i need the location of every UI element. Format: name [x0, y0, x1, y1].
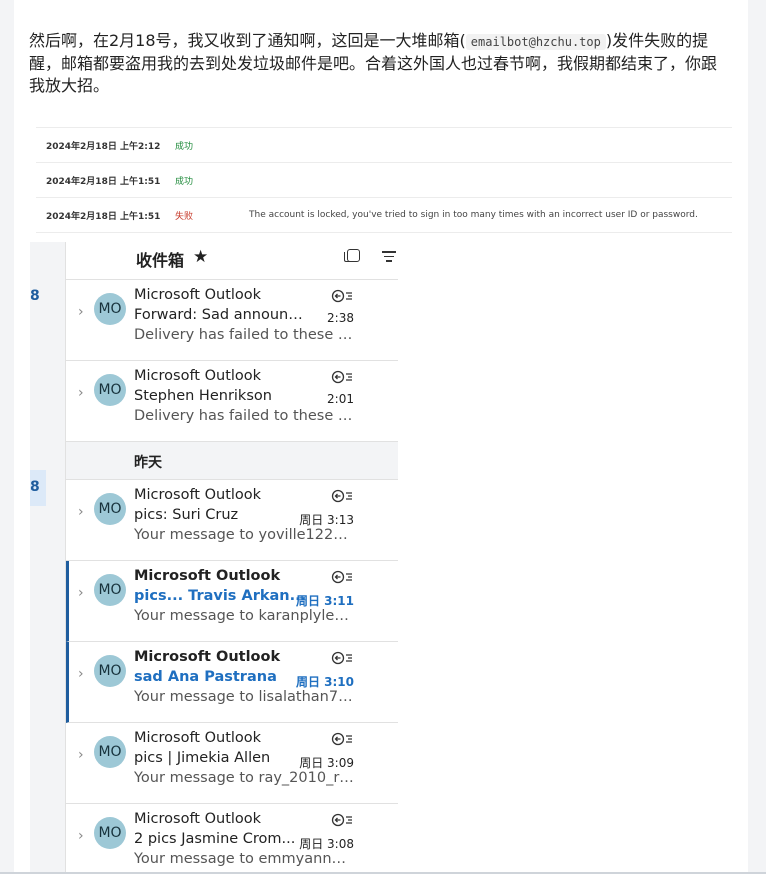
log-date: 2024年2月18日 上午2:12: [46, 141, 161, 152]
message-time: 周日 3:09: [299, 756, 354, 770]
avatar: MO: [94, 736, 126, 768]
message-sender: Microsoft Outlook: [134, 368, 262, 384]
message-item[interactable]: › MO Microsoft Outlook Forward: Sad anno…: [66, 280, 398, 361]
message-preview: Delivery has failed to these rec...: [134, 408, 354, 424]
avatar: MO: [94, 655, 126, 687]
message-item[interactable]: › MO Microsoft Outlook Stephen Henrikson…: [66, 361, 398, 442]
message-sender: Microsoft Outlook: [134, 730, 262, 746]
filter-icon[interactable]: [382, 251, 396, 263]
message-time: 周日 3:11: [295, 594, 354, 608]
log-date: 2024年2月18日 上午1:51: [46, 211, 161, 222]
folder-rail: 8 8: [30, 242, 66, 874]
page-right-margin: [748, 0, 766, 874]
expand-chevron-icon[interactable]: ›: [78, 304, 84, 320]
message-sender: Microsoft Outlook: [134, 811, 262, 827]
message-time: 2:01: [327, 392, 354, 406]
log-status: 成功: [175, 141, 194, 152]
reply-status-icon: [331, 489, 352, 503]
article-paragraph: 然后啊，在2月18号，我又收到了通知啊，这回是一大堆邮箱(emailbot@hz…: [29, 30, 729, 97]
signin-log-table: 2024年2月18日 上午2:12 成功 2024年2月18日 上午1:51 成…: [36, 127, 732, 233]
message-sender: Microsoft Outlook: [134, 287, 262, 303]
message-subject: Forward: Sad announce...: [134, 307, 310, 323]
avatar: MO: [94, 493, 126, 525]
reply-status-icon: [331, 651, 352, 665]
message-subject: pics... Travis Arkan...: [134, 588, 307, 604]
message-subject: 2 pics Jasmine Crom...: [134, 831, 296, 847]
message-preview: Your message to ray_2010_ray...: [134, 770, 354, 786]
avatar: MO: [94, 293, 126, 325]
message-sender: Microsoft Outlook: [134, 649, 281, 665]
outlook-screenshot: 8 8 收件箱 ★ › MO Microsoft Outlook Forward…: [30, 242, 398, 874]
unread-count-badge[interactable]: 8: [30, 288, 46, 304]
message-time: 周日 3:13: [299, 513, 354, 527]
message-item[interactable]: › MO Microsoft Outlook 2 pics Jasmine Cr…: [66, 804, 398, 874]
message-preview: Your message to lisalathan76...: [134, 689, 354, 705]
reply-status-icon: [331, 732, 352, 746]
expand-chevron-icon[interactable]: ›: [78, 504, 84, 520]
inbox-header: 收件箱 ★: [66, 242, 398, 280]
avatar: MO: [94, 817, 126, 849]
log-row: 2024年2月18日 上午2:12 成功: [36, 128, 732, 163]
message-item[interactable]: › MO Microsoft Outlook pics: Suri Cruz Y…: [66, 480, 398, 561]
group-label: 昨天: [134, 455, 162, 471]
log-date: 2024年2月18日 上午1:51: [46, 176, 161, 187]
message-sender: Microsoft Outlook: [134, 487, 262, 503]
article-text-start: 然后啊，在2月18号，我又收到了通知啊，这回是一大堆邮箱(: [29, 31, 466, 50]
reply-status-icon: [331, 370, 352, 384]
message-sender: Microsoft Outlook: [134, 568, 281, 584]
star-icon[interactable]: ★: [193, 247, 208, 267]
message-time: 2:38: [327, 311, 354, 325]
expand-chevron-icon[interactable]: ›: [78, 747, 84, 763]
message-subject: pics: Suri Cruz: [134, 507, 239, 523]
log-status: 失败: [175, 211, 194, 222]
log-status: 成功: [175, 176, 194, 187]
message-subject: pics | Jimekia Allen: [134, 750, 271, 766]
expand-chevron-icon[interactable]: ›: [78, 828, 84, 844]
reply-status-icon: [331, 813, 352, 827]
reply-status-icon: [331, 570, 352, 584]
group-header-yesterday: 昨天: [66, 442, 398, 480]
message-item-unread[interactable]: › MO Microsoft Outlook sad Ana Pastrana …: [66, 642, 398, 723]
expand-chevron-icon[interactable]: ›: [78, 666, 84, 682]
expand-chevron-icon[interactable]: ›: [78, 385, 84, 401]
log-row: 2024年2月18日 上午1:51 成功: [36, 163, 732, 198]
log-row: 2024年2月18日 上午1:51 失败 The account is lock…: [36, 198, 732, 233]
unread-count-badge-selected[interactable]: 8: [30, 470, 46, 506]
message-subject: sad Ana Pastrana: [134, 669, 277, 685]
expand-chevron-icon[interactable]: ›: [78, 585, 84, 601]
message-list-panel: 收件箱 ★ › MO Microsoft Outlook Forward: Sa…: [66, 242, 398, 874]
message-time: 周日 3:08: [299, 837, 354, 851]
select-mode-icon[interactable]: [344, 249, 360, 262]
message-preview: Your message to emmyann199...: [134, 851, 354, 867]
message-preview: Your message to karanplyler@...: [134, 608, 354, 624]
reply-status-icon: [331, 289, 352, 303]
message-item-unread[interactable]: › MO Microsoft Outlook pics... Travis Ar…: [66, 561, 398, 642]
message-subject: Stephen Henrikson: [134, 388, 272, 404]
inbox-title: 收件箱: [136, 251, 185, 270]
message-time: 周日 3:10: [295, 675, 354, 689]
log-detail: The account is locked, you've tried to s…: [249, 210, 698, 220]
page-left-margin: [0, 0, 14, 874]
avatar: MO: [94, 574, 126, 606]
message-item[interactable]: › MO Microsoft Outlook pics | Jimekia Al…: [66, 723, 398, 804]
message-preview: Your message to yoville1220@...: [134, 527, 354, 543]
avatar: MO: [94, 374, 126, 406]
email-code: emailbot@hzchu.top: [465, 34, 606, 50]
message-preview: Delivery has failed to these rec...: [134, 327, 354, 343]
